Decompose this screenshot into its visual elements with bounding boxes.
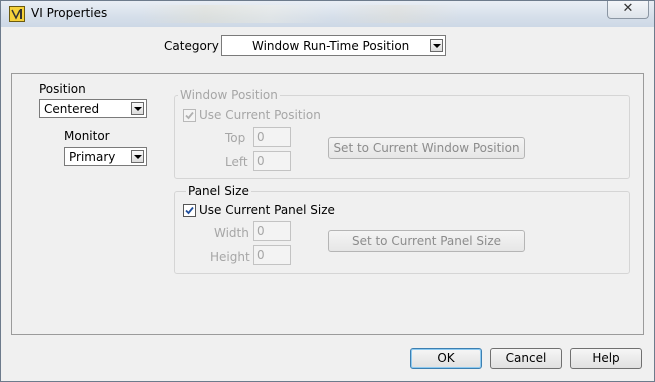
width-value: 0	[257, 224, 265, 238]
position-select[interactable]: Centered	[39, 99, 147, 118]
close-button[interactable]: ✕	[607, 1, 649, 19]
settings-panel: Position Centered Monitor Primary Window…	[11, 73, 644, 335]
cancel-label: Cancel	[505, 351, 547, 365]
height-value: 0	[257, 248, 265, 262]
top-value: 0	[257, 130, 265, 144]
panel-size-title: Panel Size	[186, 184, 251, 198]
height-label: Height	[210, 250, 250, 264]
help-button[interactable]: Help	[570, 348, 642, 369]
use-current-panel-size-label: Use Current Panel Size	[199, 203, 335, 217]
title-bar-background	[141, 5, 461, 23]
title-bar[interactable]: VI Properties ✕	[1, 1, 654, 27]
set-current-window-position-button[interactable]: Set to Current Window Position	[328, 137, 525, 159]
dialog-window: VI Properties ✕ Category Window Run-Time…	[0, 0, 655, 382]
width-label: Width	[214, 226, 249, 240]
height-input[interactable]: 0	[253, 245, 291, 265]
set-current-panel-size-button[interactable]: Set to Current Panel Size	[328, 230, 525, 252]
window-position-title: Window Position	[178, 88, 280, 102]
chevron-down-icon[interactable]	[131, 102, 144, 115]
category-label: Category	[164, 39, 219, 53]
ok-label: OK	[437, 351, 455, 365]
monitor-label: Monitor	[64, 129, 110, 143]
ok-button[interactable]: OK	[410, 348, 482, 369]
left-value: 0	[257, 154, 265, 168]
use-current-panel-size-checkbox[interactable]	[183, 204, 196, 217]
chevron-down-icon[interactable]	[131, 150, 144, 163]
help-label: Help	[592, 351, 620, 365]
category-value: Window Run-Time Position	[252, 39, 410, 53]
dialog-body: Category Window Run-Time Position Positi…	[7, 27, 648, 375]
set-current-window-position-label: Set to Current Window Position	[333, 141, 520, 155]
window-title: VI Properties	[31, 6, 108, 20]
set-current-panel-size-label: Set to Current Panel Size	[351, 234, 502, 248]
cancel-button[interactable]: Cancel	[490, 348, 562, 369]
monitor-select[interactable]: Primary	[64, 147, 147, 166]
monitor-value: Primary	[69, 150, 116, 164]
position-value: Centered	[44, 102, 100, 116]
top-input[interactable]: 0	[253, 127, 291, 147]
labview-vi-icon	[9, 6, 25, 22]
left-input[interactable]: 0	[253, 151, 291, 171]
width-input[interactable]: 0	[253, 221, 291, 241]
top-label: Top	[225, 131, 246, 145]
position-label: Position	[39, 82, 86, 96]
chevron-down-icon[interactable]	[430, 39, 443, 52]
category-select[interactable]: Window Run-Time Position	[221, 35, 446, 56]
use-current-position-checkbox[interactable]	[183, 109, 196, 122]
left-label: Left	[225, 155, 248, 169]
use-current-position-label: Use Current Position	[199, 108, 321, 122]
close-icon: ✕	[622, 1, 634, 16]
